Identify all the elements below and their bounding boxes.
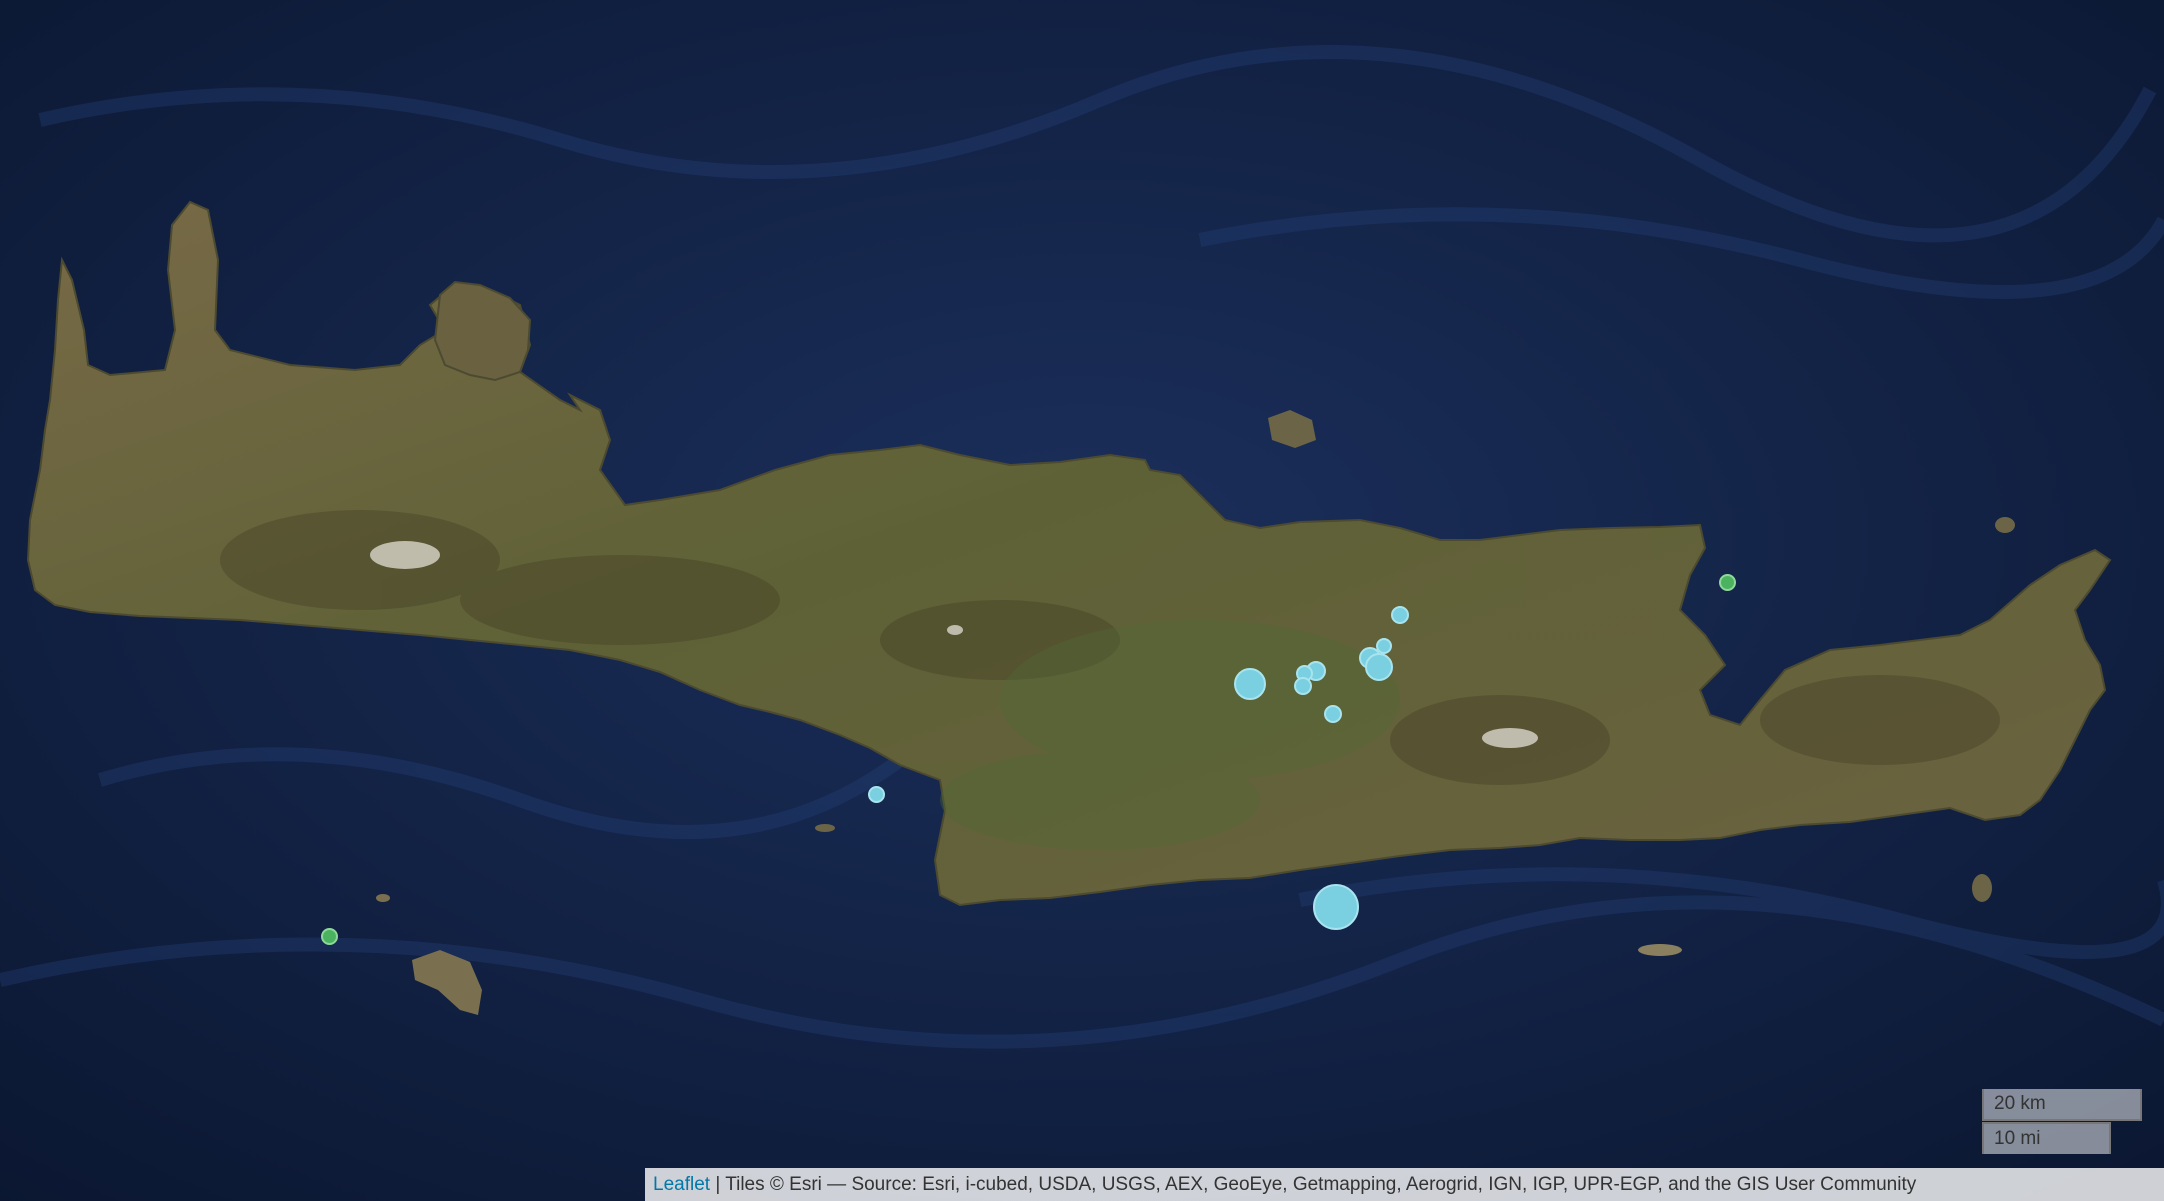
scale-bar-km: 20 km	[1982, 1089, 2142, 1121]
earthquake-marker[interactable]	[1365, 653, 1393, 681]
earthquake-marker[interactable]	[868, 786, 885, 803]
earthquake-marker[interactable]	[1234, 668, 1266, 700]
satellite-basemap	[0, 0, 2164, 1201]
earthquake-marker-green[interactable]	[1719, 574, 1736, 591]
map-container[interactable]: 20 km 10 mi Leaflet | Tiles © Esri — Sou…	[0, 0, 2164, 1201]
leaflet-link[interactable]: Leaflet	[653, 1174, 710, 1195]
earthquake-marker[interactable]	[1313, 884, 1359, 930]
attribution-text: | Tiles © Esri — Source: Esri, i-cubed, …	[710, 1174, 1917, 1195]
gavdopoula-islet	[376, 894, 390, 902]
earthquake-marker[interactable]	[1294, 677, 1312, 695]
chrysi-islet	[1638, 944, 1682, 956]
dionysades-islet	[1995, 517, 2015, 533]
earthquake-marker-green[interactable]	[321, 928, 338, 945]
paximadia-islet	[815, 824, 835, 832]
scale-bar-mi: 10 mi	[1982, 1122, 2111, 1154]
earthquake-marker[interactable]	[1391, 606, 1409, 624]
map-attribution: Leaflet | Tiles © Esri — Source: Esri, i…	[645, 1168, 2164, 1201]
earthquake-marker[interactable]	[1324, 705, 1342, 723]
koufonisi-islet	[1972, 874, 1992, 902]
